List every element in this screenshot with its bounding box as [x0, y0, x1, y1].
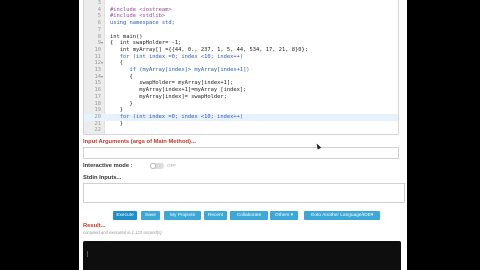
code-line[interactable]: 11 for (int index =0; index <10; index++… — [84, 54, 398, 61]
code-line[interactable]: 15 swapHolder= myArray[index+1]; — [84, 80, 398, 87]
toggle-knob — [150, 163, 156, 169]
stdin-label: Stdin Inputs... — [83, 175, 122, 181]
line-number: 20 — [94, 113, 102, 120]
line-number: 9 — [97, 40, 101, 47]
recent-button[interactable]: Recent — [204, 211, 227, 220]
code-text: } — [110, 120, 123, 127]
collaborate-button[interactable]: Collaborate — [230, 211, 268, 220]
line-number: 22 — [94, 127, 102, 134]
code-line[interactable]: 17 myArray[index]= swapHolder; — [84, 94, 398, 101]
code-line[interactable]: 16 myArray[index+1]=myArray [index]; — [84, 87, 398, 94]
my-projects-button[interactable]: My Projects — [164, 211, 201, 220]
code-line[interactable]: 4 #include <iostream> — [84, 7, 398, 14]
fold-arrow-icon[interactable]: ▾ — [101, 74, 103, 81]
code-line[interactable]: 9 ▾ { int swapHolder= -1; — [84, 40, 398, 47]
line-number: 4 — [97, 6, 101, 13]
code-text: { — [110, 60, 123, 67]
line-number: 13 — [94, 67, 102, 73]
line-number: 15 — [94, 80, 102, 87]
line-number: 7 — [97, 26, 101, 33]
toggle-state-text: OFF — [167, 163, 177, 168]
stdin-textarea[interactable] — [83, 183, 405, 203]
code-text: myArray[index]= swapHolder; — [110, 93, 227, 100]
code-line[interactable]: 5 #include <stdlib> — [84, 13, 398, 20]
code-line[interactable]: 21 } — [84, 121, 398, 128]
line-number: 3 — [97, 0, 101, 6]
code-editor[interactable]: 3 4 #include <iostream> 5 #include <stdlib> 6… — [83, 0, 399, 135]
code-text: for (int index =0; index <10; index++) — [110, 113, 244, 120]
code-text: { int swapHolder= -1; — [110, 40, 182, 47]
code-line[interactable]: 14 ▾ { — [84, 74, 398, 81]
code-line[interactable]: 3 — [84, 0, 398, 7]
execution-time-text: compiled and executed in 1.123 second(s) — [83, 230, 162, 235]
line-number: 12 — [94, 60, 102, 67]
code-text: } — [110, 100, 133, 107]
code-line[interactable]: 18 } — [84, 101, 398, 108]
save-button[interactable]: Save — [141, 211, 160, 220]
code-text: { — [110, 73, 133, 80]
code-text: for (int index =0; index <10; index++) — [110, 53, 244, 60]
ide-panel: 3 4 #include <iostream> 5 #include <stdlib> 6… — [79, 0, 407, 270]
interactive-mode-label: Interactive mode : — [83, 163, 133, 169]
code-text: swapHolder= myArray[index+1]; — [110, 80, 234, 87]
other-language-dropdown-button[interactable]: Goto Another Language/IDE▾ — [304, 211, 380, 220]
code-line[interactable]: 6 using namespace std; — [84, 20, 398, 27]
console-caret — [87, 251, 88, 257]
line-number: 16 — [94, 87, 102, 94]
code-line[interactable]: 8 int main() — [84, 34, 398, 41]
line-number: 18 — [94, 100, 102, 107]
code-text: #include <stdlib> — [110, 13, 166, 20]
input-arguments-label: Input Arguments (args of Main Method)... — [83, 139, 196, 145]
code-text: int myArray[] ={{44, 0., 237, 1, 5, 44, … — [110, 46, 308, 53]
line-number: 10 — [94, 46, 102, 53]
fold-arrow-icon[interactable]: ▾ — [101, 60, 103, 67]
code-text: #include <iostream> — [110, 6, 172, 13]
line-number: 8 — [97, 33, 101, 40]
line-number: 6 — [97, 20, 101, 27]
line-number: 17 — [94, 93, 102, 100]
output-console — [83, 241, 401, 270]
input-arguments-field[interactable] — [83, 147, 399, 159]
code-text: using namespace std; — [110, 20, 175, 27]
code-line[interactable]: 22 — [84, 127, 398, 134]
code-line[interactable]: 13 if (myArray[index]> myArray[index+1]) — [84, 67, 398, 74]
code-line[interactable]: 12 ▾ { — [84, 60, 398, 67]
result-label: Result... — [83, 223, 106, 229]
code-line[interactable]: 7 — [84, 27, 398, 34]
line-number: 5 — [97, 13, 101, 20]
code-text: if (myArray[index]> myArray[index+1]) — [110, 67, 250, 73]
fold-arrow-icon[interactable]: ▾ — [101, 40, 103, 47]
execute-button[interactable]: Execute — [113, 211, 137, 220]
interactive-mode-toggle[interactable] — [150, 163, 164, 169]
line-number: 11 — [94, 53, 102, 60]
line-number: 21 — [94, 120, 102, 127]
others-dropdown-button[interactable]: Others ▾ — [270, 211, 298, 220]
code-text: } — [110, 107, 123, 114]
code-text: myArray[index+1]=myArray [index]; — [110, 87, 247, 94]
code-text: int main() — [110, 33, 143, 40]
code-line[interactable]: 20 for (int index =0; index <10; index++… — [84, 113, 398, 121]
line-number: 14 — [94, 73, 102, 80]
line-number: 19 — [94, 107, 102, 114]
code-line[interactable]: 10 int myArray[] ={{44, 0., 237, 1, 5, 4… — [84, 47, 398, 54]
code-line[interactable]: 19 } — [84, 107, 398, 114]
